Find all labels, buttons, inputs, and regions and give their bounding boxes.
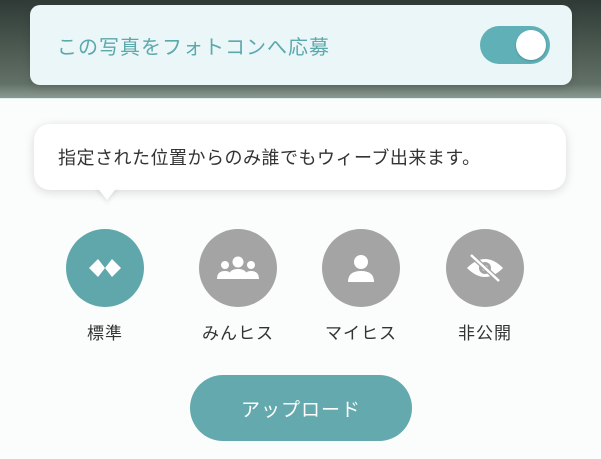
tooltip-text: 指定された位置からのみ誰でもウィーブ出来ます。 [58, 148, 481, 169]
mine-option-label: マイヒス [325, 324, 397, 344]
person-icon [348, 255, 374, 282]
double-diamond-icon [89, 259, 121, 277]
eye-off-icon [467, 253, 503, 283]
visibility-option-standard[interactable]: 標準 [55, 229, 155, 344]
standard-option-label: 標準 [87, 324, 123, 344]
visibility-tooltip: 指定された位置からのみ誰でもウィーブ出来ます。 [34, 124, 566, 190]
visibility-option-everyone[interactable]: みんヒス [188, 229, 288, 344]
visibility-option-private[interactable]: 非公開 [435, 229, 535, 344]
visibility-option-mine[interactable]: マイヒス [311, 229, 411, 344]
photo-contest-card: この写真をフォトコンへ応募 [30, 5, 572, 85]
everyone-option-label: みんヒス [202, 324, 274, 344]
upload-button[interactable]: アップロード [190, 375, 412, 441]
private-option-label: 非公開 [458, 324, 512, 344]
private-option-circle[interactable] [446, 229, 524, 307]
toggle-knob [516, 30, 546, 60]
everyone-option-circle[interactable] [199, 229, 277, 307]
group-icon [217, 256, 259, 279]
photo-contest-label: この写真をフォトコンへ応募 [57, 34, 330, 59]
photo-contest-toggle[interactable] [480, 26, 550, 64]
standard-option-circle[interactable] [66, 229, 144, 307]
tooltip-arrow [96, 186, 118, 200]
mine-option-circle[interactable] [322, 229, 400, 307]
